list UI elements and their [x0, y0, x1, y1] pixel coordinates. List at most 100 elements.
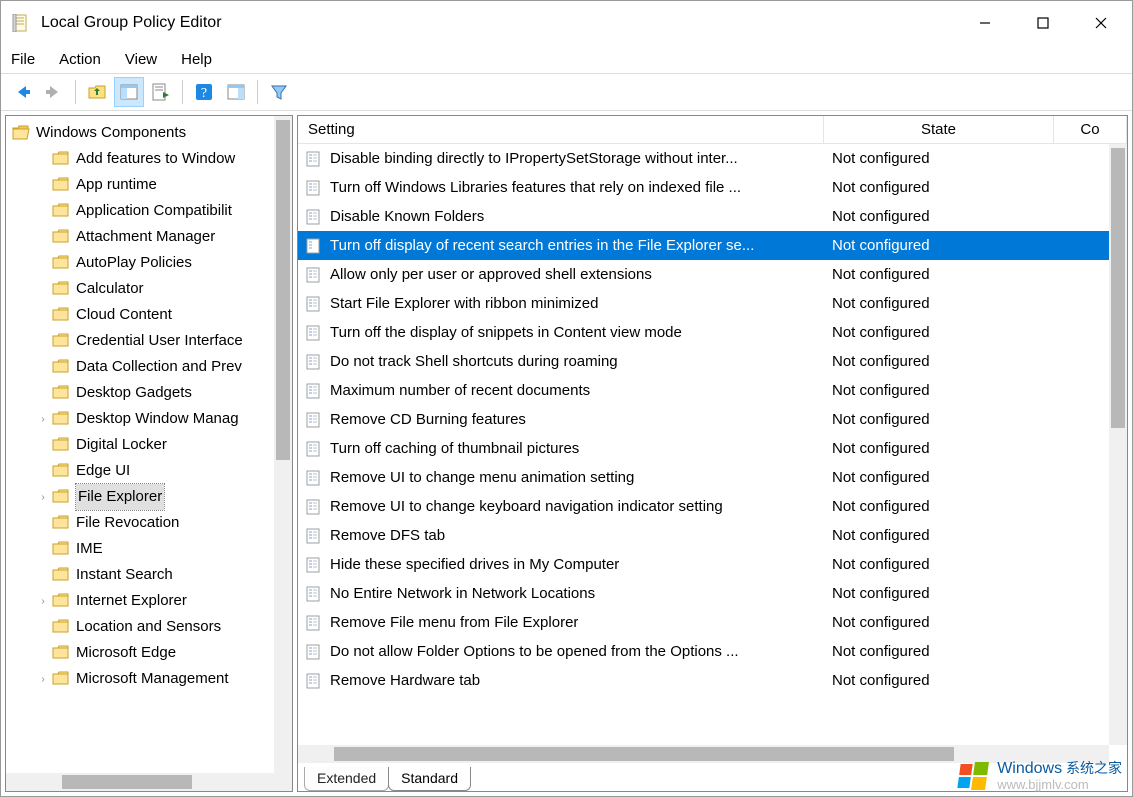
settings-list-pane: Setting State Co Disable binding directl… [297, 115, 1128, 792]
setting-name: Turn off caching of thumbnail pictures [330, 440, 579, 457]
setting-state: Not configured [824, 556, 1054, 573]
menu-file[interactable]: File [11, 51, 35, 68]
watermark-tagline: 系统之家 [1066, 760, 1122, 776]
tree-node[interactable]: Attachment Manager [34, 224, 292, 250]
folder-icon [52, 307, 70, 323]
chevron-right-icon[interactable]: › [34, 489, 52, 506]
setting-name: Disable Known Folders [330, 208, 484, 225]
policy-icon [306, 499, 322, 515]
setting-row[interactable]: Turn off the display of snippets in Cont… [298, 318, 1127, 347]
setting-name: Turn off display of recent search entrie… [330, 237, 754, 254]
tree-node[interactable]: ›Microsoft Management [34, 666, 292, 692]
setting-name: Hide these specified drives in My Comput… [330, 556, 619, 573]
watermark: Windows 系统之家 www.bjjmlv.com [957, 760, 1122, 792]
setting-state: Not configured [824, 527, 1054, 544]
folder-open-icon [12, 125, 30, 141]
tab-standard[interactable]: Standard [388, 767, 471, 791]
tree-node-root[interactable]: Windows Components [6, 120, 292, 146]
column-setting[interactable]: Setting [298, 116, 824, 143]
tree-node[interactable]: Add features to Window [34, 146, 292, 172]
tree-node[interactable]: AutoPlay Policies [34, 250, 292, 276]
setting-state: Not configured [824, 411, 1054, 428]
setting-row[interactable]: Do not allow Folder Options to be opened… [298, 637, 1127, 666]
console-tree[interactable]: Windows Components Add features to Windo… [6, 116, 292, 773]
folder-icon [52, 541, 70, 557]
tree-horizontal-scrollbar[interactable] [6, 773, 292, 791]
setting-row[interactable]: Turn off caching of thumbnail pictures No… [298, 434, 1127, 463]
chevron-right-icon[interactable]: › [34, 593, 52, 610]
setting-row[interactable]: Hide these specified drives in My Comput… [298, 550, 1127, 579]
setting-state: Not configured [824, 179, 1054, 196]
maximize-button[interactable] [1014, 3, 1072, 43]
tree-node[interactable]: Microsoft Edge [34, 640, 292, 666]
forward-button[interactable] [39, 77, 69, 107]
tree-node[interactable]: Location and Sensors [34, 614, 292, 640]
close-button[interactable] [1072, 3, 1130, 43]
setting-row[interactable]: Allow only per user or approved shell ex… [298, 260, 1127, 289]
tree-node[interactable]: Edge UI [34, 458, 292, 484]
tab-extended[interactable]: Extended [304, 767, 389, 791]
tree-node[interactable]: Digital Locker [34, 432, 292, 458]
show-hide-action-pane-button[interactable] [221, 77, 251, 107]
setting-row[interactable]: Disable binding directly to IPropertySet… [298, 144, 1127, 173]
tree-node[interactable]: File Revocation [34, 510, 292, 536]
tree-node-label: Credential User Interface [76, 328, 243, 354]
setting-row[interactable]: Remove UI to change menu animation setti… [298, 463, 1127, 492]
back-button[interactable] [7, 77, 37, 107]
folder-icon [52, 255, 70, 271]
tree-node[interactable]: App runtime [34, 172, 292, 198]
tree-node[interactable]: IME [34, 536, 292, 562]
setting-row[interactable]: Remove File menu from File ExplorerNot c… [298, 608, 1127, 637]
column-state[interactable]: State [824, 116, 1054, 143]
tree-node[interactable]: Instant Search [34, 562, 292, 588]
setting-state: Not configured [824, 440, 1054, 457]
tree-node[interactable]: Cloud Content [34, 302, 292, 328]
menu-help[interactable]: Help [181, 51, 212, 68]
setting-row[interactable]: Start File Explorer with ribbon minimize… [298, 289, 1127, 318]
setting-row[interactable]: Remove DFS tabNot configured [298, 521, 1127, 550]
help-button[interactable]: ? [189, 77, 219, 107]
chevron-right-icon[interactable]: › [34, 411, 52, 428]
app-icon [11, 13, 31, 33]
menubar: File Action View Help [1, 45, 1132, 73]
tree-vertical-scrollbar[interactable] [274, 116, 292, 773]
setting-row[interactable]: Do not track Shell shortcuts during roam… [298, 347, 1127, 376]
up-one-level-button[interactable] [82, 77, 112, 107]
chevron-right-icon[interactable]: › [34, 671, 52, 688]
tree-node[interactable]: ›Internet Explorer [34, 588, 292, 614]
folder-icon [52, 671, 70, 687]
tree-node[interactable]: Desktop Gadgets [34, 380, 292, 406]
folder-icon [52, 463, 70, 479]
policy-icon [306, 180, 322, 196]
column-comment[interactable]: Co [1054, 116, 1127, 143]
policy-icon [306, 383, 322, 399]
tree-node[interactable]: Data Collection and Prev [34, 354, 292, 380]
tree-node-label: AutoPlay Policies [76, 250, 192, 276]
tree-node-label: Desktop Window Manag [76, 406, 239, 432]
minimize-button[interactable] [956, 3, 1014, 43]
tree-node[interactable]: ›File Explorer [34, 484, 292, 510]
menu-action[interactable]: Action [59, 51, 101, 68]
setting-row[interactable]: Remove CD Burning featuresNot configured [298, 405, 1127, 434]
setting-row[interactable]: Remove UI to change keyboard navigation … [298, 492, 1127, 521]
export-list-button[interactable] [146, 77, 176, 107]
setting-row[interactable]: Disable Known FoldersNot configured [298, 202, 1127, 231]
setting-row[interactable]: No Entire Network in Network LocationsNo… [298, 579, 1127, 608]
filter-button[interactable] [264, 77, 294, 107]
tree-node-label: Instant Search [76, 562, 173, 588]
folder-icon [52, 567, 70, 583]
folder-icon [52, 359, 70, 375]
setting-row[interactable]: Turn off Windows Libraries features that… [298, 173, 1127, 202]
titlebar: Local Group Policy Editor [1, 1, 1132, 45]
setting-row[interactable]: Maximum number of recent documentsNot co… [298, 376, 1127, 405]
tree-node[interactable]: › Desktop Window Manag [34, 406, 292, 432]
tree-node[interactable]: Application Compatibilit [34, 198, 292, 224]
tree-node[interactable]: Credential User Interface [34, 328, 292, 354]
setting-row[interactable]: Remove Hardware tabNot configured [298, 666, 1127, 695]
show-hide-console-tree-button[interactable] [114, 77, 144, 107]
setting-row[interactable]: Turn off display of recent search entrie… [298, 231, 1127, 260]
settings-list[interactable]: Disable binding directly to IPropertySet… [298, 144, 1127, 763]
menu-view[interactable]: View [125, 51, 157, 68]
list-vertical-scrollbar[interactable] [1109, 144, 1127, 745]
tree-node[interactable]: Calculator [34, 276, 292, 302]
